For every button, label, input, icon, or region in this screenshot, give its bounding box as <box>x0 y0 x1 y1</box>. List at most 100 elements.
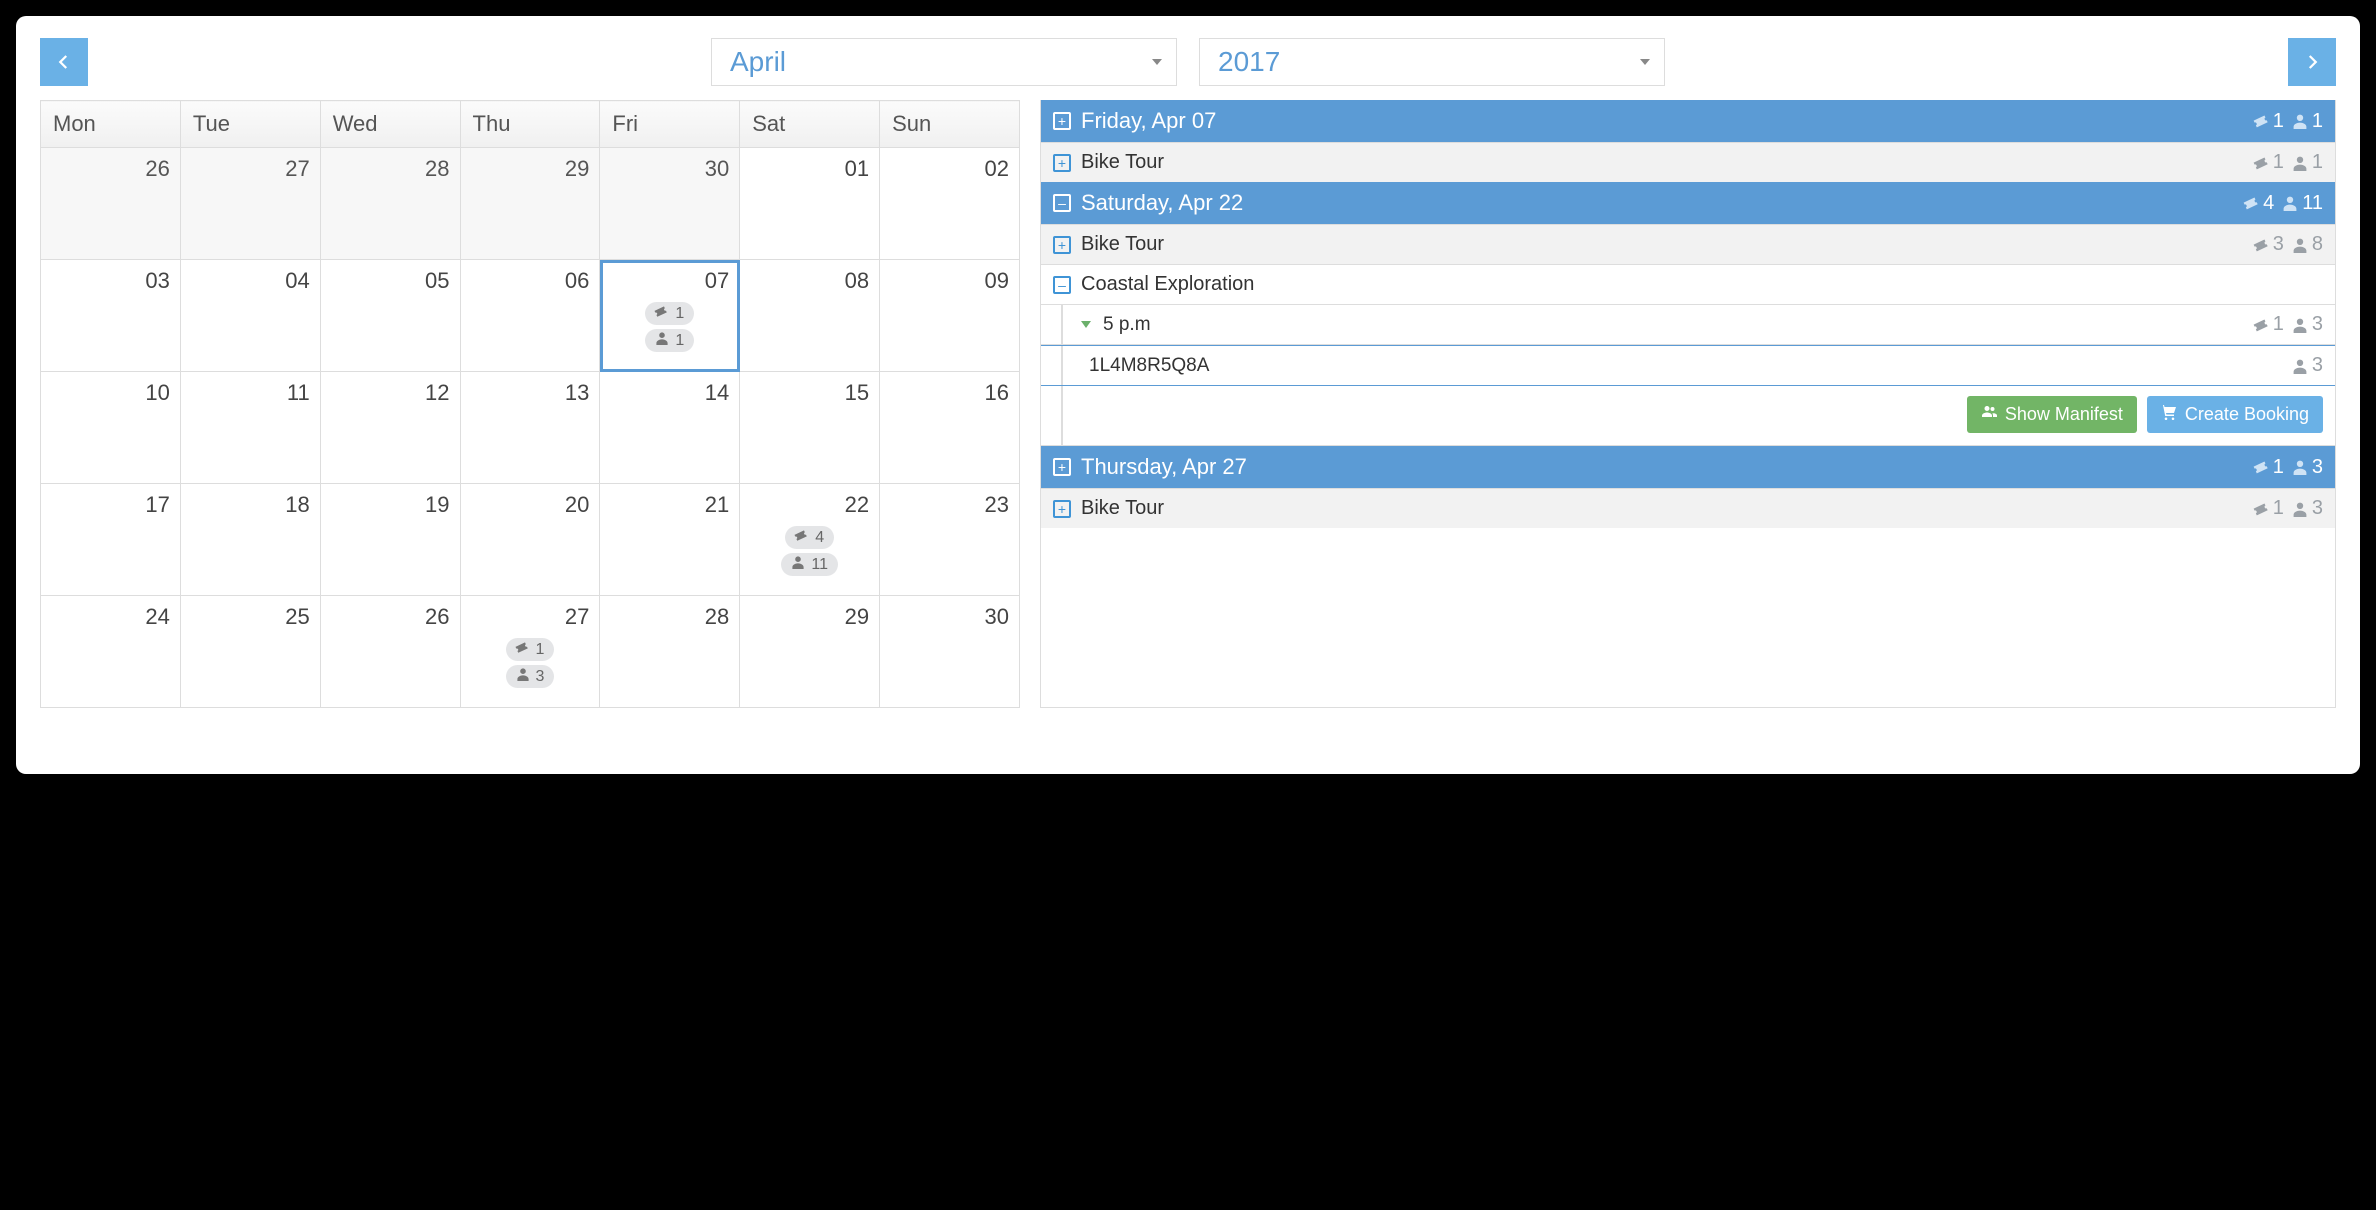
calendar-day[interactable]: 28 <box>600 596 740 708</box>
ticket-count-pill: 1 <box>506 638 555 661</box>
calendar-day[interactable]: 07 1 1 <box>600 260 740 372</box>
day-number: 28 <box>331 156 450 182</box>
person-icon <box>2292 358 2308 374</box>
ticket-icon <box>1076 356 1085 376</box>
calendar-day[interactable]: 17 <box>41 484 181 596</box>
day-header[interactable]: –Saturday, Apr 22411 <box>1041 182 2335 224</box>
create-booking-button[interactable]: Create Booking <box>2147 396 2323 433</box>
ticket-icon <box>2240 192 2261 213</box>
ticket-count-pill: 4 <box>785 526 834 549</box>
day-number: 29 <box>750 604 869 630</box>
calendar-day[interactable]: 24 <box>41 596 181 708</box>
year-select[interactable]: 2017 <box>1199 38 1665 86</box>
day-title: Saturday, Apr 22 <box>1081 190 2233 216</box>
button-label: Show Manifest <box>2005 404 2123 425</box>
ticket-count: 1 <box>2253 313 2284 336</box>
day-number: 16 <box>890 380 1009 406</box>
ticket-icon <box>2250 498 2271 519</box>
time-row[interactable]: 5 p.m13 <box>1041 304 2335 345</box>
calendar-day[interactable]: 30 <box>880 596 1020 708</box>
calendar-day[interactable]: 30 <box>600 148 740 260</box>
activity-row[interactable]: +Bike Tour13 <box>1041 488 2335 528</box>
calendar-day[interactable]: 11 <box>180 372 320 484</box>
next-month-button[interactable] <box>2288 38 2336 86</box>
calendar-day[interactable]: 09 <box>880 260 1020 372</box>
time-label: 5 p.m <box>1103 314 2245 336</box>
ticket-count: 1 <box>2253 151 2284 174</box>
ticket-count: 4 <box>2243 192 2274 215</box>
calendar-day[interactable]: 26 <box>41 148 181 260</box>
calendar-day[interactable]: 15 <box>740 372 880 484</box>
people-count: 11 <box>2282 192 2323 215</box>
calendar-day[interactable]: 23 <box>880 484 1020 596</box>
weekday-header: Mon <box>41 101 181 148</box>
day-number: 12 <box>331 380 450 406</box>
prev-month-button[interactable] <box>40 38 88 86</box>
day-number: 20 <box>471 492 590 518</box>
activity-row[interactable]: +Bike Tour38 <box>1041 224 2335 264</box>
day-number: 26 <box>331 604 450 630</box>
calendar-day[interactable]: 22 4 11 <box>740 484 880 596</box>
year-select-value: 2017 <box>1218 46 1280 78</box>
calendar-day[interactable]: 28 <box>320 148 460 260</box>
calendar-day[interactable]: 04 <box>180 260 320 372</box>
day-number: 03 <box>51 268 170 294</box>
person-icon <box>2292 155 2308 171</box>
day-number: 30 <box>890 604 1009 630</box>
day-number: 25 <box>191 604 310 630</box>
day-number: 07 <box>610 268 729 294</box>
calendar-day[interactable]: 27 <box>180 148 320 260</box>
activity-row[interactable]: –Coastal Exploration <box>1041 264 2335 304</box>
calendar-day[interactable]: 19 <box>320 484 460 596</box>
calendar-day[interactable]: 01 <box>740 148 880 260</box>
day-number: 13 <box>471 380 590 406</box>
day-counts: 4 11 <box>750 526 869 576</box>
day-number: 29 <box>471 156 590 182</box>
calendar-day[interactable]: 02 <box>880 148 1020 260</box>
calendar-day[interactable]: 14 <box>600 372 740 484</box>
booking-row[interactable]: 1L4M8R5Q8A3 <box>1041 345 2335 386</box>
people-count: 1 <box>2292 110 2323 133</box>
person-icon <box>2292 317 2308 333</box>
person-icon <box>2292 113 2308 129</box>
counts: 13 <box>2253 456 2323 479</box>
calendar-day[interactable]: 29 <box>460 148 600 260</box>
counts: 11 <box>2253 151 2323 174</box>
calendar-day[interactable]: 16 <box>880 372 1020 484</box>
date-selects: April 2017 <box>104 38 2272 86</box>
day-number: 06 <box>471 268 590 294</box>
calendar-day[interactable]: 29 <box>740 596 880 708</box>
calendar-day[interactable]: 27 1 3 <box>460 596 600 708</box>
day-number: 18 <box>191 492 310 518</box>
calendar-day[interactable]: 25 <box>180 596 320 708</box>
day-number: 11 <box>191 380 310 406</box>
ticket-count: 1 <box>2253 456 2284 479</box>
calendar-day[interactable]: 03 <box>41 260 181 372</box>
counts: 38 <box>2253 233 2323 256</box>
calendar-day[interactable]: 13 <box>460 372 600 484</box>
calendar-day[interactable]: 26 <box>320 596 460 708</box>
calendar-day[interactable]: 05 <box>320 260 460 372</box>
show-manifest-button[interactable]: Show Manifest <box>1967 396 2137 433</box>
calendar-day[interactable]: 08 <box>740 260 880 372</box>
calendar-day[interactable]: 12 <box>320 372 460 484</box>
calendar-day[interactable]: 21 <box>600 484 740 596</box>
person-icon <box>2292 459 2308 475</box>
calendar-day[interactable]: 18 <box>180 484 320 596</box>
person-icon <box>2292 501 2308 517</box>
day-number: 01 <box>750 156 869 182</box>
chevron-left-icon <box>55 53 73 71</box>
month-select[interactable]: April <box>711 38 1177 86</box>
day-header[interactable]: +Thursday, Apr 2713 <box>1041 446 2335 488</box>
day-number: 10 <box>51 380 170 406</box>
ticket-count: 1 <box>2253 497 2284 520</box>
day-number: 05 <box>331 268 450 294</box>
calendar-day[interactable]: 06 <box>460 260 600 372</box>
day-number: 27 <box>191 156 310 182</box>
day-header[interactable]: +Friday, Apr 0711 <box>1041 100 2335 142</box>
chevron-down-icon <box>1640 59 1650 65</box>
day-number: 19 <box>331 492 450 518</box>
calendar-day[interactable]: 10 <box>41 372 181 484</box>
activity-row[interactable]: +Bike Tour11 <box>1041 142 2335 182</box>
calendar-day[interactable]: 20 <box>460 484 600 596</box>
